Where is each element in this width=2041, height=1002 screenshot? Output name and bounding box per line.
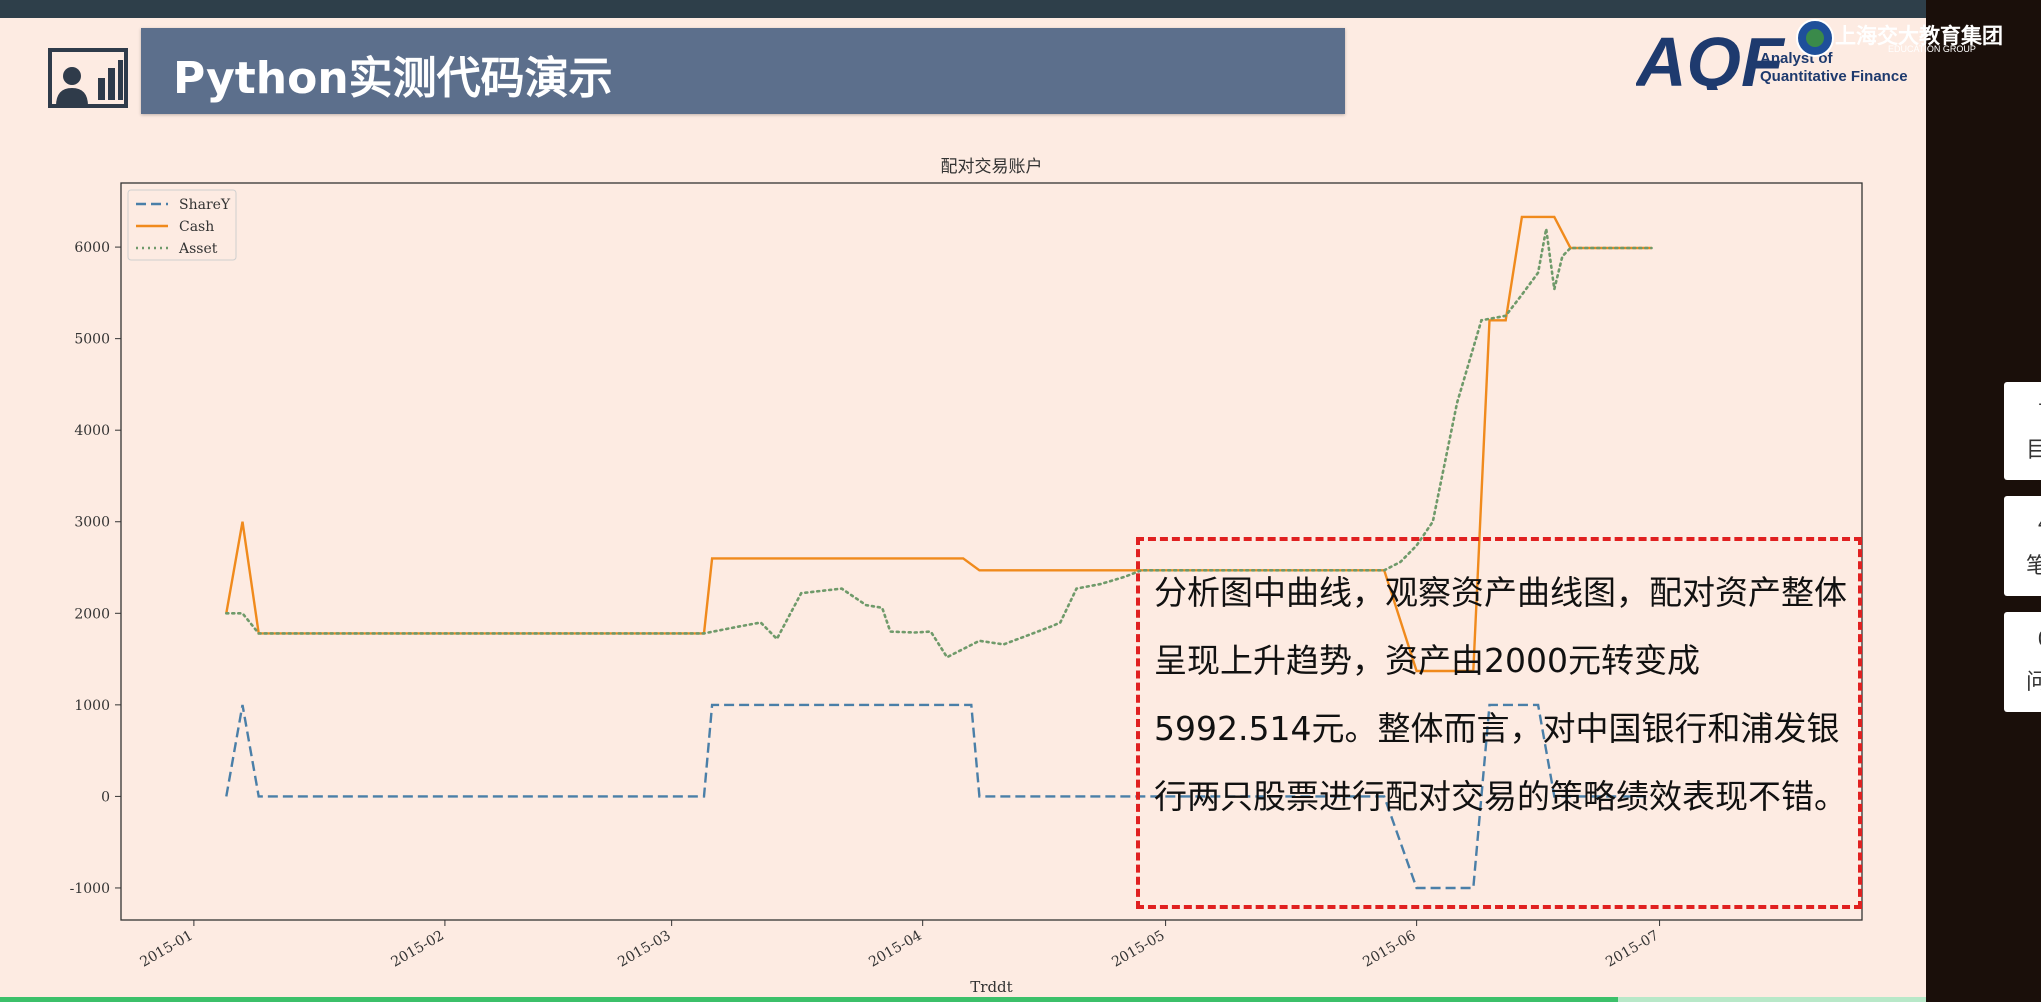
side-card-2[interactable]: 4 笔 (2004, 496, 2041, 596)
x-tick-label: 2015-02 (389, 928, 447, 971)
side-card-2-bottom: 笔 (2026, 553, 2041, 578)
video-progress-fill (0, 997, 1618, 1002)
x-tick-label: 2015-07 (1603, 928, 1661, 971)
legend-label-cash: Cash (179, 219, 214, 235)
y-tick-label: 0 (101, 789, 110, 805)
chart-title: 配对交易账户 (941, 157, 1043, 177)
y-tick-label: 5000 (74, 332, 110, 348)
side-card-1-bottom: 目 (2026, 437, 2041, 462)
annotation-text: 分析图中曲线，观察资产曲线图，配对资产整体呈现上升趋势，资产由2000元转变成5… (1154, 573, 1847, 816)
side-card-3-bottom: 问 (2026, 669, 2041, 694)
x-tick-label: 2015-03 (615, 928, 673, 971)
legend-label-sharey: ShareY (179, 197, 231, 213)
y-tick-label: 1000 (74, 698, 110, 714)
annotation-box: 分析图中曲线，观察资产曲线图，配对资产整体呈现上升趋势，资产由2000元转变成5… (1136, 537, 1862, 909)
y-tick-label: 3000 (74, 515, 110, 531)
legend-label-asset: Asset (178, 241, 218, 257)
x-tick-label: 2015-01 (137, 928, 195, 971)
x-tick-label: 2015-06 (1360, 928, 1418, 971)
y-tick-label: -1000 (70, 881, 110, 897)
side-card-1[interactable]: 言 目 (2004, 382, 2041, 480)
video-progress-bar[interactable] (0, 997, 1926, 1002)
y-tick-label: 2000 (74, 606, 110, 622)
x-tick-label: 2015-04 (866, 928, 924, 971)
slide: Python实测代码演示 AQF Analyst of Quantitative… (0, 0, 2003, 1002)
x-tick-label: 2015-05 (1109, 928, 1167, 971)
side-card-3[interactable]: 0 问 (2004, 612, 2041, 712)
x-axis-label: Trddt (970, 978, 1012, 996)
y-tick-label: 6000 (74, 240, 110, 256)
y-tick-label: 4000 (74, 423, 110, 439)
